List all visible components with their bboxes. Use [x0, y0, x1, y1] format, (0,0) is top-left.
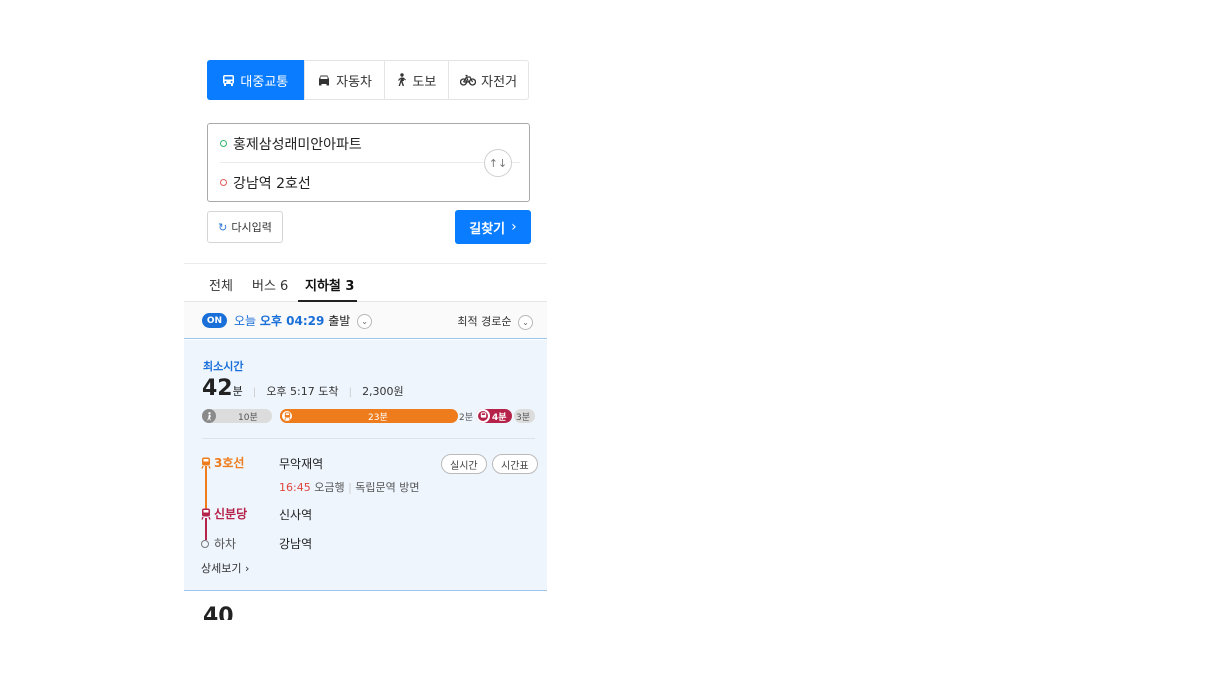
route-summary: 42분 | 오후 5:17 도착 | 2,300원: [202, 376, 404, 401]
tab-bicycle[interactable]: 자전거: [449, 61, 528, 99]
origin-marker-icon: [220, 140, 227, 147]
timeline-walk-start-label: 10분: [238, 413, 258, 423]
tab-all[interactable]: 전체: [209, 275, 233, 294]
departure-time: 오후 04:29: [259, 314, 325, 328]
train-destination: 오금행: [314, 481, 345, 494]
tab-bus[interactable]: 버스 6: [252, 275, 288, 294]
car-icon: [319, 75, 330, 86]
chevron-right-icon: ›: [511, 219, 517, 235]
on-badge: ON: [202, 313, 227, 328]
subway-icon: [201, 457, 211, 469]
fastest-tag: 최소시간: [203, 360, 244, 373]
tab-car[interactable]: 자동차: [305, 61, 386, 99]
tab-walk[interactable]: 도보: [385, 61, 450, 99]
detail-link[interactable]: 상세보기 ›: [201, 560, 249, 576]
tab-transit[interactable]: 대중교통: [207, 60, 305, 100]
card-divider: [202, 438, 535, 439]
walk-icon: [398, 73, 407, 86]
step-line-3: 3호선: [201, 454, 244, 471]
refresh-icon: ↻: [218, 220, 228, 234]
step-alight: 하차: [201, 535, 236, 552]
subway-icon: [476, 409, 490, 423]
next-result-peek: 40: [203, 604, 234, 620]
timetable-button[interactable]: 시간표: [492, 454, 538, 474]
departure-bar: ON 오늘 오후 04:29 출발 ⌄ 최적 경로순 ⌄: [184, 302, 547, 339]
arrival-station: 강남역: [279, 537, 313, 551]
find-route-button[interactable]: 길찾기 ›: [455, 210, 531, 244]
transit-type-tabs: 전체 버스 6 지하철 3: [184, 265, 547, 302]
departure-suffix: 출발: [328, 314, 351, 328]
bicycle-icon: [460, 74, 477, 86]
origin-field[interactable]: 홍제삼성래미안아파트: [208, 124, 478, 163]
reset-button[interactable]: ↻ 다시입력: [207, 211, 283, 243]
boarding-station: 무악재역: [279, 457, 324, 471]
tab-transit-label: 대중교통: [240, 74, 289, 90]
sort-label: 최적 경로순: [457, 315, 512, 328]
step-shinbundang: 신분당: [201, 505, 247, 522]
swap-icon: ↑↓: [488, 156, 508, 170]
timeline-walk-end-label: 3분: [516, 413, 531, 423]
timeline-line3-label: 23분: [368, 413, 388, 423]
find-route-label: 길찾기: [469, 221, 506, 237]
shinbundang-label: 신분당: [214, 507, 248, 521]
tab-bicycle-label: 자전거: [481, 74, 518, 90]
directions-panel: 대중교통 자동차 도보 자전거 홍제삼성래미안아파트 강남역 2호선 ↑↓ ↻ …: [184, 0, 547, 620]
destination-field[interactable]: 강남역 2호선: [208, 163, 478, 202]
route-result-card[interactable]: 최소시간 42분 | 오후 5:17 도착 | 2,300원 10분 23분 2…: [184, 340, 547, 591]
alight-marker-icon: [201, 539, 209, 548]
subway-icon: [280, 409, 294, 423]
timeline-transfer-label: 2분: [459, 413, 474, 423]
direction-info: 16:45 오금행 | 독립문역 방면: [279, 481, 420, 494]
realtime-button[interactable]: 실시간: [441, 454, 487, 474]
sort-selector[interactable]: 최적 경로순 ⌄: [457, 313, 533, 330]
walk-icon: [202, 409, 216, 423]
bus-icon: [223, 74, 235, 86]
transport-mode-tabs: 대중교통 자동차 도보 자전거: [207, 60, 529, 100]
line3-connector: [205, 466, 207, 510]
tab-walk-label: 도보: [412, 74, 437, 90]
train-direction: 독립문역 방면: [355, 481, 420, 494]
minutes-unit: 분: [232, 385, 243, 398]
swap-route-button[interactable]: ↑↓: [484, 149, 512, 177]
tab-car-label: 자동차: [336, 74, 373, 90]
fare: 2,300원: [362, 385, 404, 398]
subway-icon: [201, 508, 211, 520]
chevron-down-icon: ⌄: [357, 314, 373, 329]
departure-day: 오늘: [234, 314, 257, 328]
transfer-station: 신사역: [279, 508, 313, 522]
chevron-down-icon: ⌄: [518, 314, 533, 330]
route-timeline: 10분 23분 2분 4분 3분: [202, 409, 535, 423]
timeline-shinbundang-label: 4분: [492, 413, 507, 423]
route-input-box: 홍제삼성래미안아파트 강남역 2호선 ↑↓: [207, 123, 530, 202]
destination-text: 강남역 2호선: [233, 175, 311, 192]
origin-text: 홍제삼성래미안아파트: [233, 136, 362, 153]
destination-marker-icon: [220, 179, 227, 186]
line3-label: 3호선: [214, 456, 245, 470]
section-divider: [184, 263, 547, 264]
departure-train-time: 16:45: [279, 481, 311, 494]
total-minutes: 42: [202, 376, 233, 401]
alight-label: 하차: [214, 537, 237, 551]
reset-label: 다시입력: [231, 221, 272, 234]
tab-subway[interactable]: 지하철 3: [305, 275, 354, 294]
arrival-time: 오후 5:17 도착: [266, 385, 339, 398]
departure-time-selector[interactable]: 오늘 오후 04:29 출발 ⌄: [234, 312, 373, 329]
